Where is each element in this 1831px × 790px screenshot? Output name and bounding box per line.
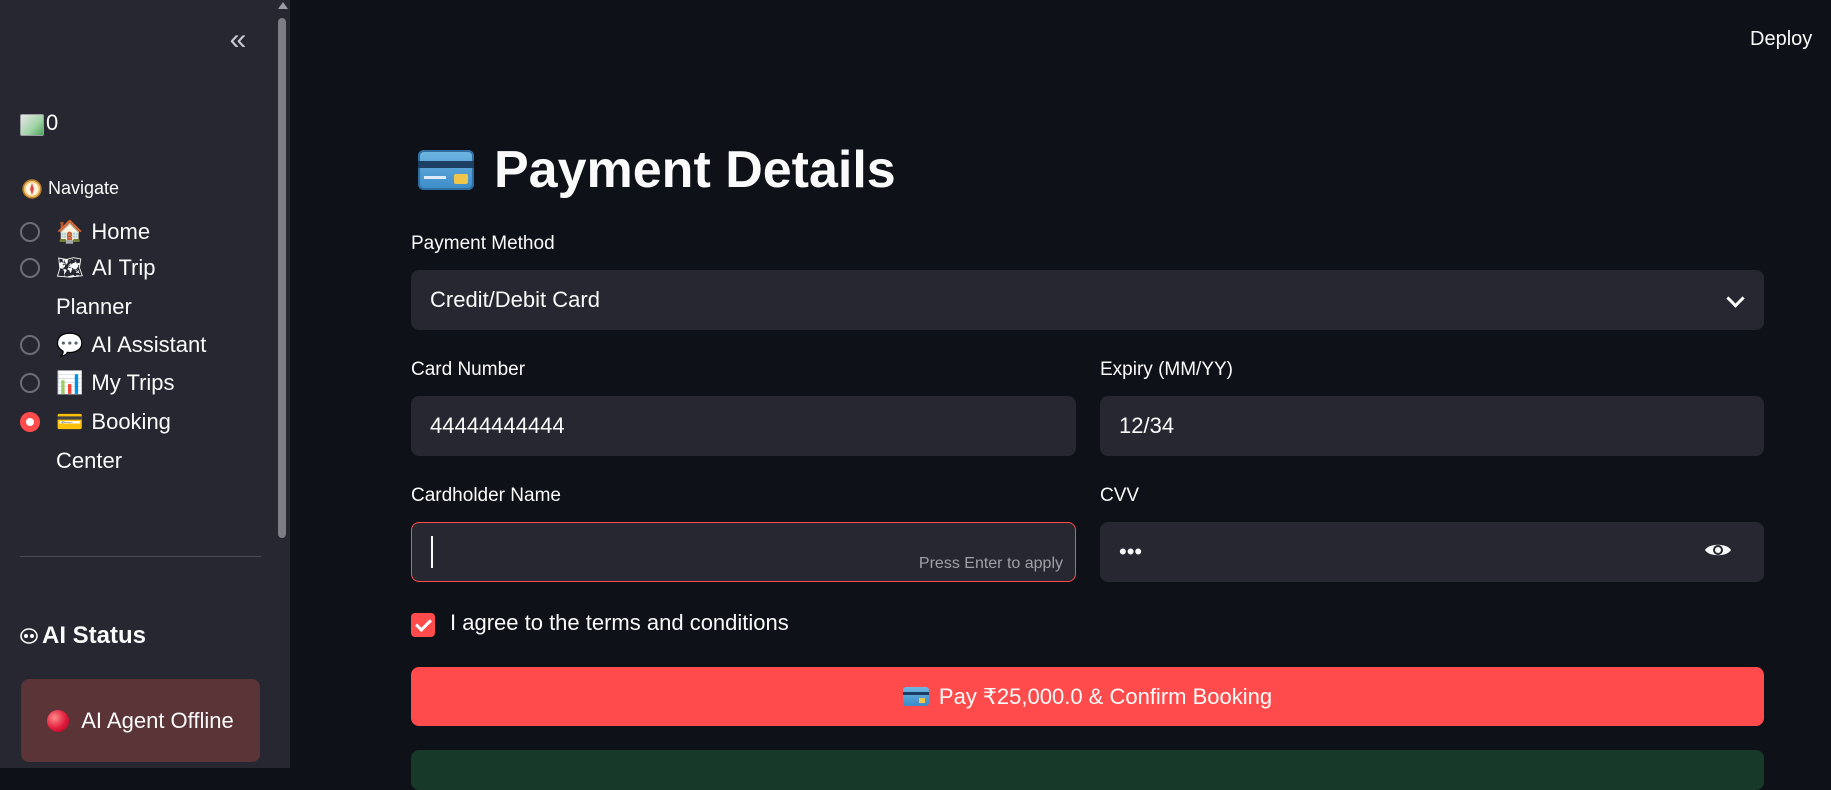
terms-checkbox-label[interactable]: I agree to the terms and conditions bbox=[450, 610, 789, 636]
payment-method-select[interactable]: Credit/Debit Card bbox=[411, 270, 1764, 330]
scrollbar-thumb[interactable] bbox=[278, 18, 286, 538]
bar-chart-icon: 📊 bbox=[56, 371, 84, 396]
card-number-value: 44444444444 bbox=[430, 413, 565, 438]
eye-icon[interactable] bbox=[1704, 541, 1732, 559]
pay-confirm-button[interactable]: Pay ₹25,000.0 & Confirm Booking bbox=[411, 667, 1764, 726]
nav-item-my-trips[interactable]: 📊 My Trips bbox=[20, 369, 216, 403]
ai-status-heading: AI Status bbox=[20, 622, 146, 650]
radio-button[interactable] bbox=[20, 335, 40, 355]
payment-method-label: Payment Method bbox=[411, 233, 555, 254]
press-enter-hint: Press Enter to apply bbox=[918, 555, 1063, 572]
radio-button-selected[interactable] bbox=[20, 412, 40, 432]
payment-method-value: Credit/Debit Card bbox=[430, 287, 600, 312]
terms-checkbox[interactable] bbox=[411, 613, 435, 637]
compass-icon bbox=[22, 178, 42, 199]
nav-item-label: AI Assistant bbox=[91, 332, 207, 357]
ai-status-title-text: AI Status bbox=[42, 622, 147, 649]
sidebar-scrollbar[interactable] bbox=[277, 0, 288, 768]
sidebar-divider bbox=[20, 556, 261, 557]
eyes-icon bbox=[20, 628, 38, 644]
expiry-label: Expiry (MM/YY) bbox=[1100, 359, 1233, 380]
logo-alt-text: 0 bbox=[46, 110, 59, 135]
cardholder-name-label: Cardholder Name bbox=[411, 485, 561, 506]
scroll-up-arrow-icon[interactable] bbox=[278, 2, 288, 9]
map-icon: 🗺 bbox=[56, 256, 84, 281]
logo-image: 0 bbox=[20, 110, 58, 136]
radio-button[interactable] bbox=[20, 222, 40, 242]
nav-item-ai-assistant[interactable]: 💬 AI Assistant bbox=[20, 331, 216, 365]
sidebar: « 0 Navigate 🏠 Home 🗺 AI Trip Planner 💬 AI … bbox=[0, 0, 290, 768]
pay-button-label: Pay ₹25,000.0 & Confirm Booking bbox=[938, 683, 1273, 709]
speech-bubble-icon: 💬 bbox=[56, 333, 84, 358]
deploy-button[interactable]: Deploy bbox=[1750, 28, 1812, 51]
radio-button[interactable] bbox=[20, 373, 40, 393]
page-title: Payment Details bbox=[418, 140, 896, 200]
expiry-value: 12/34 bbox=[1119, 413, 1175, 438]
credit-card-icon bbox=[902, 687, 929, 706]
cardholder-name-input[interactable]: Press Enter to apply bbox=[411, 522, 1076, 582]
cvv-label: CVV bbox=[1100, 485, 1140, 506]
nav-item-label: Home bbox=[91, 219, 151, 244]
nav-item-home[interactable]: 🏠 Home bbox=[20, 218, 216, 252]
chevron-down-icon bbox=[1726, 289, 1745, 308]
card-number-label: Card Number bbox=[411, 359, 526, 380]
nav-item-label: My Trips bbox=[91, 370, 175, 395]
radio-button[interactable] bbox=[20, 258, 40, 278]
text-cursor bbox=[431, 536, 433, 568]
house-icon: 🏠 bbox=[56, 220, 84, 245]
credit-card-icon: 💳 bbox=[56, 410, 84, 435]
cvv-input[interactable]: ••• bbox=[1100, 522, 1764, 582]
ai-status-message: AI Agent Offline bbox=[81, 707, 234, 733]
card-number-input[interactable]: 44444444444 bbox=[411, 396, 1076, 456]
page-title-text: Payment Details bbox=[494, 141, 896, 199]
collapse-sidebar-icon[interactable]: « bbox=[222, 25, 254, 58]
navigate-label-text: Navigate bbox=[48, 178, 120, 198]
navigate-label: Navigate bbox=[22, 178, 119, 199]
red-circle-icon bbox=[47, 709, 70, 732]
broken-image-icon bbox=[20, 114, 44, 136]
cvv-value: ••• bbox=[1119, 539, 1143, 564]
nav-item-ai-trip-planner[interactable]: 🗺 AI Trip Planner bbox=[20, 254, 216, 326]
success-message-box bbox=[411, 750, 1764, 790]
credit-card-icon bbox=[418, 150, 474, 190]
expiry-input[interactable]: 12/34 bbox=[1100, 396, 1764, 456]
ai-status-alert: AI Agent Offline bbox=[21, 679, 260, 762]
nav-item-booking-center[interactable]: 💳 Booking Center bbox=[20, 408, 216, 480]
